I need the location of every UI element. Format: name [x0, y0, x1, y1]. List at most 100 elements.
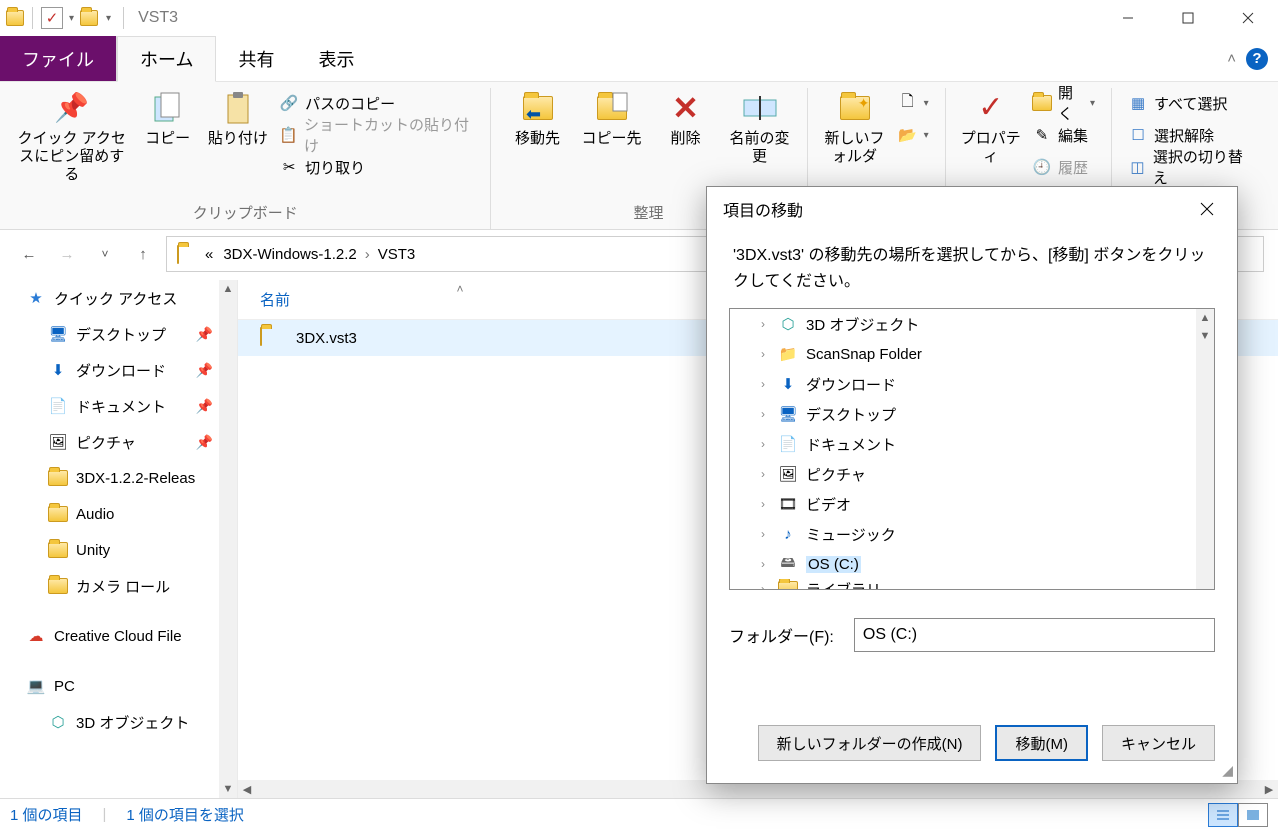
tab-home[interactable]: ホーム: [117, 36, 216, 82]
tree-scrollbar[interactable]: ▲▼: [1196, 309, 1214, 589]
download-icon: ⬇: [48, 360, 68, 380]
pin-quick-access-button[interactable]: 📌 クイック アクセスにピン留めする: [15, 88, 128, 184]
nav-desktop[interactable]: 🖥デスクトップ📌: [0, 316, 237, 352]
copy-button[interactable]: コピー: [136, 88, 198, 148]
up-button[interactable]: ↑: [128, 239, 158, 269]
history-button[interactable]: 🕘履歴: [1030, 154, 1097, 180]
chevron-right-icon[interactable]: ›: [756, 377, 770, 391]
dialog-folder-tree[interactable]: ›⬡3D オブジェクト ›📁ScanSnap Folder ›⬇ダウンロード ›…: [729, 308, 1215, 590]
move-to-button[interactable]: ⬅ 移動先: [505, 88, 571, 148]
qat-overflow-icon[interactable]: ▾: [102, 13, 115, 24]
rename-button[interactable]: 名前の変更: [727, 88, 793, 166]
nav-quick-access[interactable]: ★クイック アクセス: [0, 280, 237, 316]
dialog-close-button[interactable]: [1187, 189, 1227, 229]
tab-share[interactable]: 共有: [216, 36, 296, 81]
folder-icon: [177, 246, 197, 262]
tree-node[interactable]: ›🖼ピクチャ: [730, 459, 1214, 489]
move-to-icon: ⬅: [520, 90, 556, 126]
new-folder-button[interactable]: 新しいフォルダーの作成(N): [758, 725, 982, 761]
breadcrumb-item[interactable]: 3DX-Windows-1.2.2: [221, 246, 358, 263]
minimize-button[interactable]: [1098, 0, 1158, 36]
tree-node[interactable]: ›📄ドキュメント: [730, 429, 1214, 459]
tree-node[interactable]: ›ライブラリ: [730, 579, 1214, 590]
move-button[interactable]: 移動(M): [995, 725, 1088, 761]
folder-field-input[interactable]: [854, 618, 1215, 652]
nav-pictures[interactable]: 🖼ピクチャ📌: [0, 424, 237, 460]
chevron-right-icon[interactable]: ›: [756, 347, 770, 361]
resize-grip-icon[interactable]: ◢: [1222, 762, 1233, 779]
nav-folder[interactable]: Audio: [0, 496, 237, 532]
ribbon-collapse-icon[interactable]: ˄: [1227, 50, 1236, 67]
dialog-title: 項目の移動: [723, 197, 803, 221]
forward-button[interactable]: →: [52, 239, 82, 269]
view-thumbnails-button[interactable]: [1238, 803, 1268, 827]
cut-button[interactable]: ✂切り取り: [277, 154, 475, 180]
open-button[interactable]: 開く▾: [1030, 90, 1097, 116]
scroll-down-icon[interactable]: ▼: [1196, 327, 1214, 345]
close-button[interactable]: [1218, 0, 1278, 36]
chevron-right-icon[interactable]: ›: [756, 407, 770, 421]
scroll-up-icon[interactable]: ▲: [1196, 309, 1214, 327]
chevron-right-icon[interactable]: ›: [756, 317, 770, 331]
scroll-up-icon[interactable]: ▲: [219, 280, 237, 298]
nav-folder[interactable]: 3DX-1.2.2-Releas: [0, 460, 237, 496]
qat-dropdown-icon[interactable]: ▾: [67, 13, 76, 24]
document-icon: 📄: [48, 396, 68, 416]
nav-pc[interactable]: 💻PC: [0, 668, 237, 704]
properties-button[interactable]: ✓ プロパティ: [960, 88, 1022, 166]
copy-path-button[interactable]: 🔗パスのコピー: [277, 90, 475, 116]
nav-documents[interactable]: 📄ドキュメント📌: [0, 388, 237, 424]
recent-locations-button[interactable]: ˅: [90, 239, 120, 269]
qat-checkbox-icon[interactable]: ✓: [41, 7, 63, 29]
open-icon: [1032, 93, 1052, 113]
tree-node[interactable]: ›⬡3D オブジェクト: [730, 309, 1214, 339]
scroll-left-icon[interactable]: ◀: [238, 780, 256, 798]
select-none-button[interactable]: ☐選択解除: [1126, 122, 1254, 148]
view-details-button[interactable]: [1208, 803, 1238, 827]
chevron-right-icon[interactable]: ›: [756, 527, 770, 541]
copy-to-button[interactable]: コピー先: [579, 88, 645, 148]
nav-folder[interactable]: カメラ ロール: [0, 568, 237, 604]
chevron-right-icon[interactable]: ›: [365, 246, 370, 263]
qat-folder-icon[interactable]: [80, 9, 98, 27]
paste-shortcut-button[interactable]: 📋ショートカットの貼り付け: [277, 122, 475, 148]
nav-downloads[interactable]: ⬇ダウンロード📌: [0, 352, 237, 388]
edit-button[interactable]: ✎編集: [1030, 122, 1097, 148]
select-all-button[interactable]: ▦すべて選択: [1126, 90, 1254, 116]
tree-node[interactable]: ›🖥デスクトップ: [730, 399, 1214, 429]
back-button[interactable]: ←: [14, 239, 44, 269]
chevron-right-icon[interactable]: ›: [756, 437, 770, 451]
file-name: 3DX.vst3: [296, 330, 357, 347]
breadcrumb-item[interactable]: VST3: [376, 246, 418, 263]
delete-button[interactable]: ✕ 削除: [653, 88, 719, 148]
nav-folder[interactable]: Unity: [0, 532, 237, 568]
ribbon-tabs: ファイル ホーム 共有 表示 ˄ ?: [0, 36, 1278, 82]
cc-icon: ☁: [26, 626, 46, 646]
tree-node[interactable]: ›📁ScanSnap Folder: [730, 339, 1214, 369]
scroll-right-icon[interactable]: ▶: [1260, 780, 1278, 798]
nav-3d-objects[interactable]: ⬡3D オブジェクト: [0, 704, 237, 740]
easy-access-button[interactable]: 📂▾: [896, 122, 931, 148]
cancel-button[interactable]: キャンセル: [1102, 725, 1215, 761]
maximize-button[interactable]: [1158, 0, 1218, 36]
invert-selection-button[interactable]: ◫選択の切り替え: [1126, 154, 1254, 180]
tab-view[interactable]: 表示: [296, 36, 376, 81]
tree-node[interactable]: ›🎞ビデオ: [730, 489, 1214, 519]
new-item-button[interactable]: 🗋▾: [896, 90, 931, 116]
paste-button[interactable]: 貼り付け: [207, 88, 269, 148]
chevron-right-icon[interactable]: ›: [756, 497, 770, 511]
new-folder-button[interactable]: ✦ 新しいフォルダ: [822, 88, 888, 166]
tree-node[interactable]: ›⬇ダウンロード: [730, 369, 1214, 399]
nav-creative-cloud[interactable]: ☁Creative Cloud File: [0, 618, 237, 654]
select-none-icon: ☐: [1128, 125, 1148, 145]
nav-scrollbar[interactable]: ▲▼: [219, 280, 237, 798]
tab-file[interactable]: ファイル: [0, 36, 117, 81]
scroll-down-icon[interactable]: ▼: [219, 780, 237, 798]
chevron-right-icon[interactable]: ›: [756, 582, 770, 590]
tree-node[interactable]: ›♪ミュージック: [730, 519, 1214, 549]
chevron-right-icon[interactable]: ›: [756, 467, 770, 481]
help-icon[interactable]: ?: [1246, 48, 1268, 70]
pin-icon: 📌: [196, 434, 213, 451]
tree-node-selected[interactable]: ›🖴OS (C:): [730, 549, 1214, 579]
chevron-right-icon[interactable]: ›: [756, 557, 770, 571]
